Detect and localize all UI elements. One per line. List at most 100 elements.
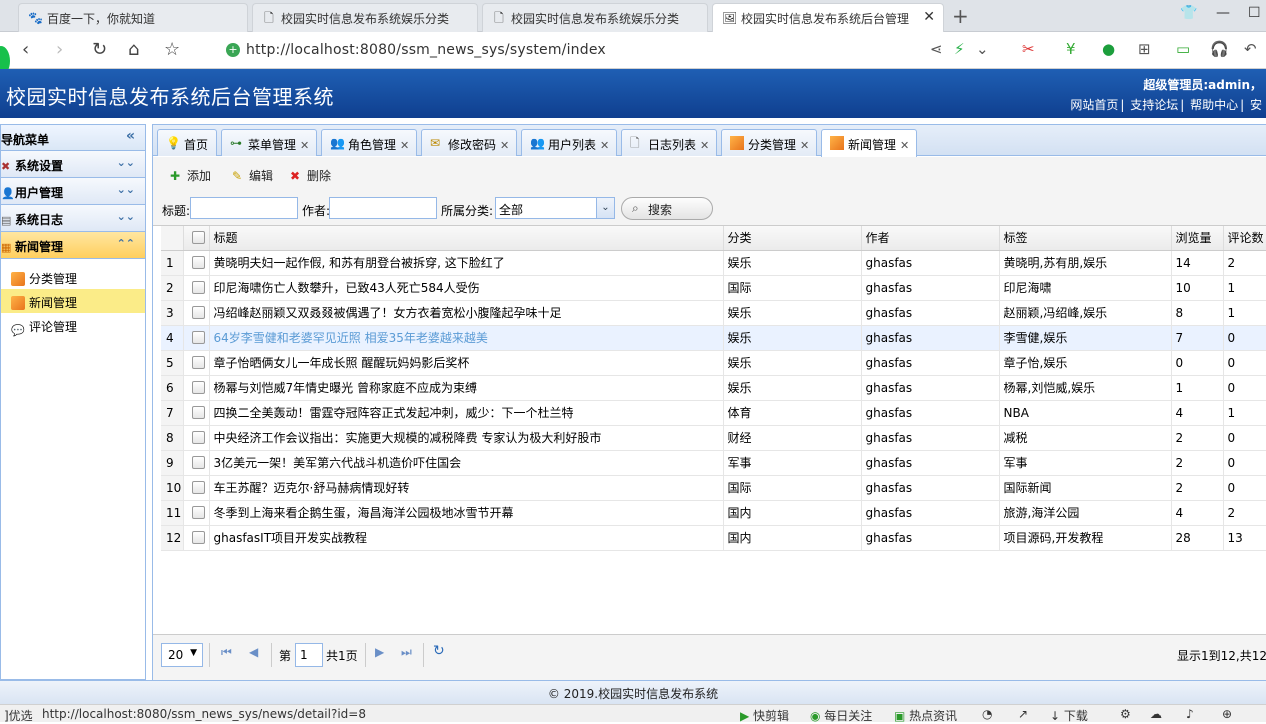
page-size-select[interactable]: 20 ▼ [161, 643, 203, 667]
row-checkbox[interactable] [183, 300, 210, 326]
table-row[interactable]: 3 冯绍峰赵丽颖又双叒叕被偶遇了！女方衣着宽松小腹隆起孕味十足 娱乐 ghasfas 赵… [161, 300, 1266, 326]
row-checkbox[interactable] [183, 275, 210, 301]
close-icon[interactable]: ✕ [900, 139, 909, 152]
apps-icon[interactable]: ⊞ [1138, 40, 1151, 58]
new-tab-icon[interactable]: + [952, 4, 969, 28]
close-icon[interactable]: ✕ [700, 139, 709, 152]
close-icon[interactable]: ✕ [500, 139, 509, 152]
table-row[interactable]: 2 印尼海啸伤亡人数攀升，已致43人死亡584人受伤 国际 ghasfas 印尼海啸 10… [161, 275, 1266, 301]
column-category[interactable]: 分类 [723, 226, 862, 251]
close-icon[interactable]: ✕ [800, 139, 809, 152]
zoom-icon[interactable]: ⊕ [1222, 707, 1232, 721]
refresh-icon[interactable]: ↻ [433, 643, 445, 659]
home-icon[interactable]: ⌂ [128, 39, 139, 60]
category-select[interactable]: 全部 ⌄ [495, 197, 615, 219]
status-item-download[interactable]: ↓ 下载 [1050, 707, 1088, 724]
row-checkbox[interactable] [183, 325, 210, 351]
column-comments[interactable]: 评论数 [1223, 226, 1266, 251]
row-checkbox[interactable] [183, 250, 210, 276]
tab-logs[interactable]: 🗋 日志列表 ✕ [621, 129, 717, 156]
tab-home[interactable]: 💡 首页 [157, 129, 217, 156]
next-page-icon[interactable]: ▶ [375, 645, 384, 659]
speed-icon[interactable]: ◔ [982, 707, 992, 721]
headphones-icon[interactable]: 🎧 [1210, 40, 1229, 58]
url-field[interactable]: + http://localhost:8080/ssm_news_sys/sys… [218, 37, 998, 64]
prev-page-icon[interactable]: ◀ [249, 645, 258, 659]
author-input[interactable] [329, 197, 437, 219]
table-row[interactable]: 8 中央经济工作会议指出：实施更大规模的减税降费 专家认为极大利好股市 财经 ghas… [161, 425, 1266, 451]
shirt-icon[interactable]: 👕 [1180, 5, 1197, 21]
link-more[interactable]: 安 [1250, 98, 1262, 112]
browser-tab[interactable]: 🐾 百度一下，你就知道 [18, 3, 248, 32]
table-row[interactable]: 1 黄晓明夫妇一起作假, 和苏有朋登台被拆穿, 这下脸红了 娱乐 ghasfas 黄晓明… [161, 250, 1266, 276]
battery-icon[interactable]: ▭ [1176, 40, 1190, 58]
first-page-icon[interactable]: ⏮ [221, 645, 232, 660]
minimize-icon[interactable]: — [1216, 5, 1230, 21]
page-number-input[interactable]: 1 [295, 643, 323, 667]
close-icon[interactable]: ✕ [300, 139, 309, 152]
arrow-icon[interactable]: ↗ [1018, 707, 1028, 721]
table-row[interactable]: 7 四换二全美轰动！雷霆夺冠阵容正式发起冲刺，威少：下一个杜兰特 体育 ghasfas… [161, 400, 1266, 426]
column-views[interactable]: 浏览量 [1171, 226, 1224, 251]
title-input[interactable] [190, 197, 298, 219]
scissors-icon[interactable]: ✂ [1022, 40, 1035, 58]
undo-icon[interactable]: ↶ [1244, 40, 1257, 58]
volume-icon[interactable]: ♪ [1186, 707, 1194, 721]
expand-icon[interactable]: ⌄⌄ [117, 210, 135, 223]
column-tags[interactable]: 标签 [999, 226, 1172, 251]
table-row[interactable]: 10 车王苏醒？迈克尔·舒马赫病情现好转 国际 ghasfas 国际新闻 2 0 [161, 475, 1266, 501]
reload-icon[interactable]: ↻ [92, 39, 107, 60]
delete-button[interactable]: ✖ 删除 [287, 167, 331, 184]
row-checkbox[interactable] [183, 375, 210, 401]
chevron-down-icon[interactable]: ⌄ [976, 40, 989, 58]
status-item-daily[interactable]: ◉ 每日关注 [810, 707, 872, 724]
share-icon[interactable]: ⋖ [930, 40, 943, 58]
add-button[interactable]: ✚ 添加 [167, 167, 211, 184]
row-checkbox[interactable] [183, 450, 210, 476]
table-row[interactable]: 11 冬季到上海来看企鹅生蛋，海昌海洋公园极地冰雪节开幕 国内 ghasfas 旅游,海… [161, 500, 1266, 526]
browser-tab[interactable]: 🗋 校园实时信息发布系统娱乐分类 [252, 3, 478, 32]
status-item-hot[interactable]: ▣ 热点资讯 [894, 707, 957, 724]
tab-password[interactable]: ✉ 修改密码 ✕ [421, 129, 517, 156]
lightning-icon[interactable]: ⚡ [954, 40, 965, 58]
tab-users[interactable]: 👥 用户列表 ✕ [521, 129, 617, 156]
row-checkbox[interactable] [183, 350, 210, 376]
sidebar-panel-settings[interactable]: ✖ 系统设置 ⌄⌄ [1, 151, 145, 178]
sidebar-item-comments[interactable]: 💬 评论管理 [1, 313, 145, 337]
sidebar-item-category[interactable]: 分类管理 [1, 265, 145, 289]
row-checkbox[interactable] [183, 525, 210, 551]
star-icon[interactable]: ☆ [164, 39, 180, 60]
settings-icon[interactable]: ⚙ [1120, 707, 1131, 721]
last-page-icon[interactable]: ⏭ [401, 645, 412, 660]
browser-tab-active[interactable]: 🖼 校园实时信息发布系统后台管理 ✕ [712, 3, 944, 33]
maximize-icon[interactable]: ☐ [1248, 5, 1261, 21]
close-icon[interactable]: ✕ [923, 9, 935, 25]
search-button[interactable]: ⌕ 搜索 [621, 197, 713, 220]
link-home[interactable]: 网站首页 [1070, 98, 1118, 112]
collapse-up-icon[interactable]: ⌃⌃ [117, 237, 135, 250]
status-item-clip[interactable]: ▶ 快剪辑 [740, 707, 789, 724]
table-row[interactable]: 5 章子怡晒俩女儿一年成长照 醒醒玩妈妈影后奖杯 娱乐 ghasfas 章子怡,娱乐 0 0 [161, 350, 1266, 376]
column-title[interactable]: 标题 [209, 226, 724, 251]
tab-news[interactable]: 新闻管理 ✕ [821, 129, 917, 157]
table-row[interactable]: 12 ghasfasIT项目开发实战教程 国内 ghasfas 项目源码,开发教程 28 1… [161, 525, 1266, 551]
wechat-icon[interactable]: ● [1102, 40, 1115, 58]
row-checkbox[interactable] [183, 500, 210, 526]
link-forum[interactable]: 支持论坛 [1130, 98, 1178, 112]
sidebar-panel-logs[interactable]: ▤ 系统日志 ⌄⌄ [1, 205, 145, 232]
link-help[interactable]: 帮助中心 [1190, 98, 1238, 112]
forward-icon[interactable]: › [56, 39, 63, 60]
select-all-checkbox[interactable] [183, 226, 210, 251]
close-icon[interactable]: ✕ [400, 139, 409, 152]
table-row[interactable]: 9 3亿美元一架！美军第六代战斗机造价吓住国会 军事 ghasfas 军事 2 0 [161, 450, 1266, 476]
tab-menu[interactable]: ⊶ 菜单管理 ✕ [221, 129, 317, 156]
sidebar-panel-news[interactable]: ▦ 新闻管理 ⌃⌃ [1, 232, 145, 259]
yen-icon[interactable]: ¥ [1066, 40, 1076, 58]
table-row[interactable]: 6 杨幂与刘恺威7年情史曝光 曾称家庭不应成为束缚 娱乐 ghasfas 杨幂,刘恺威,… [161, 375, 1266, 401]
table-row[interactable]: 4 64岁李雪健和老婆罕见近照 相爱35年老婆越来越美 娱乐 ghasfas 李雪健,娱… [161, 325, 1266, 351]
column-author[interactable]: 作者 [861, 226, 1000, 251]
collapse-icon[interactable]: « [126, 128, 135, 144]
cloud-icon[interactable]: ☁ [1150, 707, 1162, 721]
back-icon[interactable]: ‹ [22, 39, 29, 60]
row-checkbox[interactable] [183, 400, 210, 426]
